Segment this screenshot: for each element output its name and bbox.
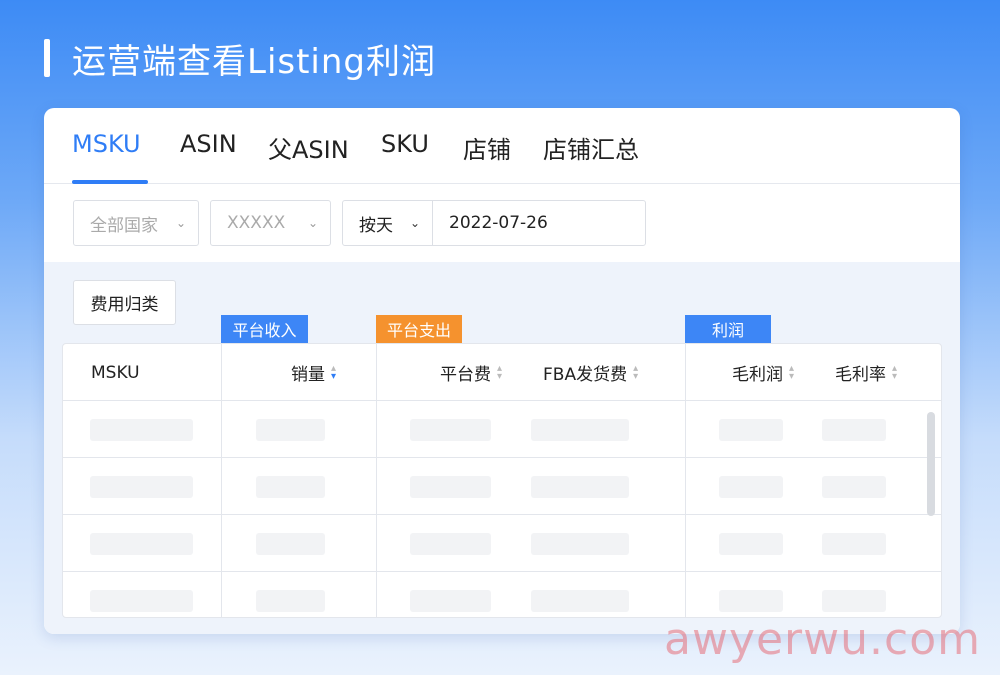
placeholder-cell [531,590,629,612]
store-select-value: XXXXX [227,213,286,233]
page-title: 运营端查看Listing利润 [72,41,437,82]
col-header-gross-margin-label: 毛利率 [835,365,886,385]
placeholder-cell [256,476,325,498]
date-unit-value: 按天 [359,215,393,236]
placeholder-cell [719,419,783,441]
placeholder-cell [410,590,491,612]
table-area: 费用归类 平台收入 平台支出 利润 MSKU 销量 ▴ ▾ 平台费 ▴ ▾ FBA发… [44,262,960,634]
placeholder-cell [410,476,491,498]
group-tag-platform-income: 平台收入 [221,315,308,343]
sort-icon[interactable]: ▴ ▾ [497,363,502,381]
col-header-gross-margin[interactable]: 毛利率 ▴ ▾ [835,344,897,401]
date-unit-select[interactable]: 按天 ⌄ [343,201,433,245]
placeholder-cell [410,533,491,555]
watermark-text: awyerwu.com [664,614,981,665]
placeholder-cell [822,476,886,498]
placeholder-cell [531,533,629,555]
vertical-scrollbar[interactable] [927,412,935,516]
date-filter: 按天 ⌄ 2022-07-26 [342,200,646,246]
table-row[interactable] [63,515,941,572]
placeholder-cell [256,533,325,555]
filter-bar: 全部国家 ⌄ XXXXX ⌄ 按天 ⌄ 2022-07-26 [44,184,960,262]
column-divider [685,344,686,617]
table-row[interactable] [63,572,941,617]
placeholder-cell [822,533,886,555]
sort-icon[interactable]: ▴ ▾ [789,363,794,381]
placeholder-cell [719,590,783,612]
placeholder-cell [410,419,491,441]
sort-icon[interactable]: ▴ ▾ [633,363,638,381]
col-header-fba-fee-label: FBA发货费 [543,365,628,385]
tab-sku[interactable]: SKU [381,130,429,158]
store-select[interactable]: XXXXX ⌄ [210,200,331,246]
col-header-sales-label: 销量 [291,365,325,385]
fee-category-button[interactable]: 费用归类 [73,280,176,325]
country-select-value: 全部国家 [90,215,158,236]
table-header: MSKU 销量 ▴ ▾ 平台费 ▴ ▾ FBA发货费 ▴ ▾ 毛利润 ▴ ▾ 毛… [63,344,941,401]
col-header-msku: MSKU [91,344,140,401]
placeholder-cell [256,419,325,441]
placeholder-cell [90,590,193,612]
placeholder-cell [822,590,886,612]
col-header-fba-fee[interactable]: FBA发货费 ▴ ▾ [543,344,638,401]
col-header-platform-fee[interactable]: 平台费 ▴ ▾ [440,344,502,401]
tab-asin[interactable]: ASIN [180,130,237,158]
tab-store[interactable]: 店铺 [463,130,511,165]
profit-table: MSKU 销量 ▴ ▾ 平台费 ▴ ▾ FBA发货费 ▴ ▾ 毛利润 ▴ ▾ 毛… [62,343,942,618]
col-header-platform-fee-label: 平台费 [440,365,491,385]
tab-bar: MSKU ASIN 父ASIN SKU 店铺 店铺汇总 [44,108,960,184]
col-header-gross-profit[interactable]: 毛利润 ▴ ▾ [732,344,794,401]
column-divider [376,344,377,617]
sort-icon[interactable]: ▴ ▾ [331,363,336,381]
tab-store-summary[interactable]: 店铺汇总 [543,130,639,165]
placeholder-cell [719,533,783,555]
placeholder-cell [90,419,193,441]
col-header-gross-profit-label: 毛利润 [732,365,783,385]
date-picker-input[interactable]: 2022-07-26 [433,213,548,233]
placeholder-cell [90,533,193,555]
country-select[interactable]: 全部国家 ⌄ [73,200,199,246]
group-tag-profit: 利润 [685,315,771,343]
placeholder-cell [531,419,629,441]
col-header-sales[interactable]: 销量 ▴ ▾ [291,344,336,401]
chevron-down-icon: ⌄ [175,216,186,230]
col-header-msku-label: MSKU [91,362,140,383]
chevron-down-icon: ⌄ [409,216,420,230]
chevron-down-icon: ⌄ [307,216,318,230]
table-row[interactable] [63,458,941,515]
table-row[interactable] [63,401,941,458]
group-tag-platform-expense: 平台支出 [376,315,462,343]
page-header: 运营端查看Listing利润 [44,38,436,82]
placeholder-cell [256,590,325,612]
tab-parent-asin[interactable]: 父ASIN [268,130,349,165]
main-card: MSKU ASIN 父ASIN SKU 店铺 店铺汇总 全部国家 ⌄ XXXXX… [44,108,960,634]
title-accent-bar [44,39,50,77]
placeholder-cell [90,476,193,498]
placeholder-cell [822,419,886,441]
placeholder-cell [719,476,783,498]
sort-icon[interactable]: ▴ ▾ [892,363,897,381]
column-divider [221,344,222,617]
tab-msku[interactable]: MSKU [72,130,141,158]
placeholder-cell [531,476,629,498]
